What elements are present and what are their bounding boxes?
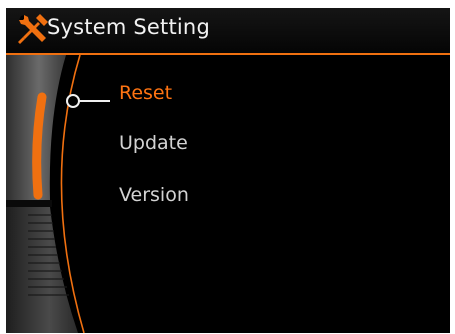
knob-segment-lower	[6, 207, 78, 333]
menu-item-update[interactable]: Update	[119, 132, 188, 154]
rotary-dial[interactable]	[6, 55, 450, 333]
menu-item-reset[interactable]: Reset	[119, 82, 172, 104]
settings-screen: System Setting Reset Update Version	[6, 8, 450, 333]
menu-item-version[interactable]: Version	[119, 184, 189, 206]
page-title: System Setting	[47, 15, 210, 39]
title-bar: System Setting	[6, 8, 450, 53]
scroll-indicator	[32, 92, 47, 200]
tools-icon	[18, 14, 48, 44]
selection-marker	[66, 94, 110, 108]
knob-divider	[6, 200, 52, 207]
